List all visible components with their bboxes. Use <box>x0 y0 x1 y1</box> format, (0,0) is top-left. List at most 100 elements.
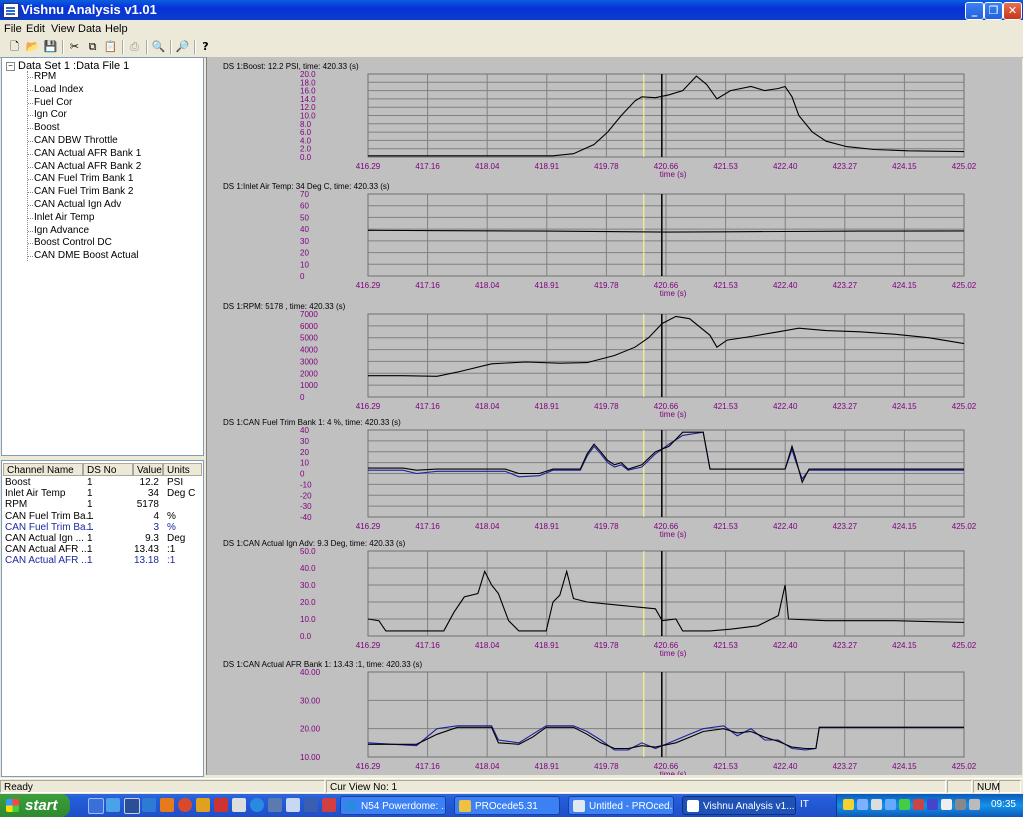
tree-item-channel[interactable]: CAN DME Boost Actual <box>34 250 138 261</box>
table-row[interactable]: CAN Fuel Trim Ba... 1 4% <box>2 511 203 522</box>
column-header-channel-name[interactable]: Channel Name <box>3 463 83 476</box>
shield-icon[interactable] <box>843 799 854 810</box>
tree-item-channel[interactable]: CAN Actual AFR Bank 1 <box>34 148 141 159</box>
tray-app-icon[interactable] <box>871 799 882 810</box>
menu-view[interactable]: View <box>51 23 75 35</box>
tree-item-channel[interactable]: Fuel Cor <box>34 97 72 108</box>
quicklaunch-app3-icon[interactable] <box>232 798 246 812</box>
tree-item-channel[interactable]: Ign Advance <box>34 225 89 236</box>
cell-name: CAN Actual AFR ... <box>5 544 90 556</box>
x-tick-label: 417.16 <box>415 402 440 411</box>
cell-units: :1 <box>167 555 176 567</box>
task-procede-folder[interactable]: PROcede5.31 <box>454 796 560 815</box>
tree-connector <box>28 243 33 245</box>
tree-root[interactable]: − Data Set 1 :Data File 1 <box>6 60 129 72</box>
new-file-icon[interactable]: 🗋 <box>7 39 22 54</box>
menu-edit[interactable]: Edit <box>26 23 45 35</box>
zoom-out-icon[interactable]: 🔎 <box>175 39 190 54</box>
quicklaunch-desktop-icon[interactable] <box>88 798 104 814</box>
close-button[interactable]: ✕ <box>1003 2 1022 20</box>
menu-help[interactable]: Help <box>105 23 128 35</box>
quicklaunch-mail-icon[interactable] <box>286 798 300 812</box>
charts-svg[interactable]: DS 1:Boost: 12.2 PSI, time: 420.33 (s) 41… <box>207 57 1022 779</box>
menu-file[interactable]: File <box>4 23 22 35</box>
tree-connector <box>28 166 33 169</box>
tray-app-icon[interactable] <box>885 799 896 810</box>
open-folder-icon[interactable]: 📂 <box>25 39 40 54</box>
cell-value: 13.18 <box>133 555 159 567</box>
cut-icon[interactable]: ✂ <box>67 39 82 54</box>
table-row[interactable]: Inlet Air Temp 1 34 Deg C <box>2 488 203 499</box>
tree-item-channel[interactable]: Load Index <box>34 84 84 95</box>
quicklaunch-ie-icon[interactable] <box>250 798 264 812</box>
table-row[interactable]: Boost 1 12.2 PSI <box>2 477 203 488</box>
task-n54-powerdome[interactable]: N54 Powerdome: ... <box>340 796 446 815</box>
paste-icon[interactable]: 📋 <box>103 39 118 54</box>
quicklaunch-app6-icon[interactable] <box>322 798 336 812</box>
tree-item-channel[interactable]: Boost Control DC <box>34 237 112 248</box>
quicklaunch-firefox-icon[interactable] <box>178 798 192 812</box>
help-icon[interactable]: ? <box>198 39 213 54</box>
table-row[interactable]: CAN Fuel Trim Ba... 1 3% <box>2 522 203 533</box>
table-row[interactable]: RPM 1 5178 <box>2 499 203 510</box>
tree-item-channel[interactable]: CAN Fuel Trim Bank 1 <box>34 173 133 184</box>
chart-area[interactable]: DS 1:Boost: 12.2 PSI, time: 420.33 (s) 41… <box>206 57 1022 779</box>
menu-data[interactable]: Data <box>78 23 101 35</box>
minimize-button[interactable]: _ <box>965 2 984 20</box>
x-tick-label: 425.02 <box>952 402 977 411</box>
copy-icon[interactable]: ⧉ <box>85 39 100 54</box>
tree-connector <box>28 153 33 156</box>
x-tick-label: 416.29 <box>356 641 381 650</box>
quicklaunch-app5-icon[interactable] <box>304 798 318 812</box>
toolbar-separator <box>170 40 172 54</box>
tree-item-channel[interactable]: CAN DBW Throttle <box>34 135 118 146</box>
quicklaunch-vlc-icon[interactable] <box>160 798 174 812</box>
quicklaunch-media-icon[interactable] <box>106 798 120 812</box>
table-row[interactable]: CAN Actual AFR ... 1 13.18:1 <box>2 555 203 566</box>
tray-app-icon[interactable] <box>955 799 966 810</box>
tree-item-channel[interactable]: RPM <box>34 71 56 82</box>
quicklaunch-app-icon[interactable] <box>142 798 156 812</box>
table-row[interactable]: CAN Actual AFR ... 1 13.43:1 <box>2 544 203 555</box>
y-tick-label: 1000 <box>300 381 318 390</box>
quicklaunch-app4-icon[interactable] <box>268 798 282 812</box>
cell-units: Deg C <box>167 488 196 500</box>
tree-item-channel[interactable]: CAN Actual Ign Adv <box>34 199 121 210</box>
quicklaunch-tool-icon[interactable] <box>196 798 210 812</box>
cell-value: 5178 <box>136 499 159 511</box>
column-header-ds-no[interactable]: DS No <box>83 463 133 476</box>
y-tick-label: 6.0 <box>300 128 312 137</box>
zoom-in-icon[interactable]: 🔍 <box>151 39 166 54</box>
network-icon[interactable] <box>857 799 868 810</box>
tree-item-channel[interactable]: Ign Cor <box>34 109 67 120</box>
tree-item-channel[interactable]: CAN Fuel Trim Bank 2 <box>34 186 133 197</box>
tree-connector <box>28 128 33 130</box>
quicklaunch-window-icon[interactable] <box>124 798 140 814</box>
x-tick-label: 424.15 <box>892 522 917 531</box>
x-tick-label: 419.78 <box>594 522 619 531</box>
tree-item-channel[interactable]: Boost <box>34 122 60 133</box>
quicklaunch-app2-icon[interactable] <box>214 798 228 812</box>
print-icon[interactable]: ⎙ <box>127 39 142 54</box>
start-button[interactable]: start <box>0 794 70 817</box>
save-icon[interactable]: 💾 <box>43 39 58 54</box>
tray-app-icon[interactable] <box>941 799 952 810</box>
volume-icon[interactable] <box>969 799 980 810</box>
tray-app-icon[interactable] <box>927 799 938 810</box>
maximize-button[interactable]: ❐ <box>984 2 1003 20</box>
task-vishnu-analysis[interactable]: Vishnu Analysis v1... <box>682 796 796 815</box>
tree-item-channel[interactable]: CAN Actual AFR Bank 2 <box>34 161 141 172</box>
y-tick-label: 10 <box>300 459 309 468</box>
tray-app-icon[interactable] <box>913 799 924 810</box>
task-untitled-procede[interactable]: Untitled - PROced... <box>568 796 674 815</box>
tree-item-channel[interactable]: Inlet Air Temp <box>34 212 94 223</box>
y-tick-label: 7000 <box>300 310 318 319</box>
cell-name: CAN Fuel Trim Ba... <box>5 521 94 533</box>
column-header-units[interactable]: Units <box>163 463 202 476</box>
collapse-icon[interactable]: − <box>6 61 15 71</box>
table-row[interactable]: CAN Actual Ign ... 1 9.3 Deg <box>2 533 203 544</box>
language-indicator[interactable]: IT <box>800 799 809 810</box>
column-header-value[interactable]: Value <box>133 463 163 476</box>
tray-app-icon[interactable] <box>899 799 910 810</box>
y-tick-label: 14.0 <box>300 95 316 104</box>
